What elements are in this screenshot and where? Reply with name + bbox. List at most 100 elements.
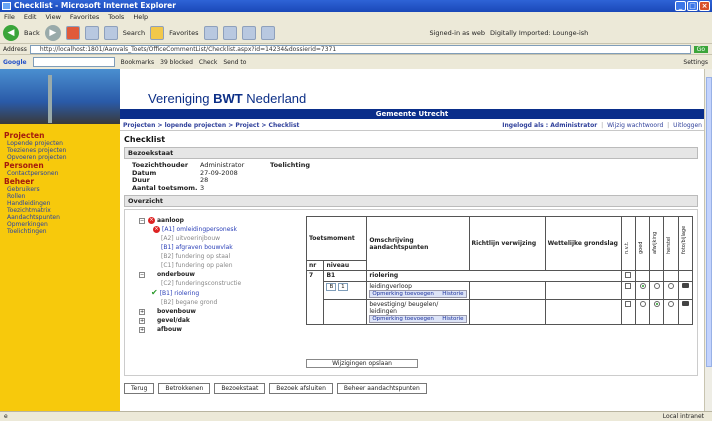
sidebar-item-opvoeren[interactable]: Opvoeren projecten bbox=[4, 154, 116, 161]
toolbar-signin-link[interactable]: Signed-in as web bbox=[430, 29, 486, 37]
tree-node-label[interactable]: [A1] omleidingpersonesk bbox=[162, 226, 237, 233]
edit-icon[interactable] bbox=[260, 25, 275, 40]
tree-node[interactable]: − × aanloop bbox=[139, 216, 304, 225]
tree-node-label[interactable]: [B2] fundering op staal bbox=[161, 253, 230, 260]
nvt-checkbox[interactable] bbox=[625, 272, 632, 278]
maximize-button[interactable]: □ bbox=[687, 1, 698, 11]
sidebar-item-opmerkingen[interactable]: Opmerkingen bbox=[4, 221, 116, 228]
manage-points-button[interactable]: Beheer aandachtspunten bbox=[336, 383, 427, 394]
close-button[interactable]: × bbox=[699, 1, 710, 11]
tree-node[interactable]: + bovenbouw bbox=[139, 307, 304, 316]
sidebar-item-toezienes[interactable]: Toezienes projecten bbox=[4, 147, 116, 154]
favorites-button-label[interactable]: Favorites bbox=[169, 29, 198, 37]
home-icon[interactable] bbox=[103, 25, 118, 40]
nvt-checkbox[interactable] bbox=[625, 301, 632, 307]
tree-node[interactable]: [B1] afgraven bouwvlak bbox=[139, 243, 304, 252]
level-select[interactable]: B bbox=[326, 283, 337, 291]
sidebar-item-rollen[interactable]: Rollen bbox=[4, 193, 116, 200]
menu-favorites[interactable]: Favorites bbox=[70, 12, 99, 22]
back-arrow-icon[interactable]: ◀ bbox=[3, 24, 19, 41]
stop-icon[interactable] bbox=[65, 25, 80, 40]
info-extra bbox=[270, 185, 370, 193]
sidebar-item-toelichtingen[interactable]: Toelichtingen bbox=[4, 228, 116, 235]
tree-node[interactable]: [C2] funderingsconstructie bbox=[139, 279, 304, 288]
vertical-scrollbar[interactable] bbox=[704, 69, 712, 411]
tree-node-label[interactable]: [B1] riolering bbox=[160, 290, 199, 297]
save-changes-button[interactable]: Wijzigingen opslaan bbox=[306, 359, 418, 368]
history-link[interactable]: Historie bbox=[442, 316, 463, 322]
tree-node-label[interactable]: [B2] begane grond bbox=[161, 299, 217, 306]
google-sendto[interactable]: Send to bbox=[223, 59, 246, 66]
herstel-radio[interactable] bbox=[668, 283, 675, 289]
menu-help[interactable]: Help bbox=[133, 12, 148, 22]
goed-radio[interactable] bbox=[639, 301, 646, 307]
tree-node[interactable]: [B2] begane grond bbox=[139, 298, 304, 307]
collapse-icon[interactable]: − bbox=[139, 217, 145, 224]
involved-button[interactable]: Betrokkenen bbox=[158, 383, 211, 394]
herstel-radio[interactable] bbox=[668, 301, 675, 307]
add-remark-bar[interactable]: Opmerking toevoegen Historie bbox=[369, 315, 467, 323]
mail-icon[interactable] bbox=[222, 25, 237, 40]
collapse-icon[interactable]: − bbox=[139, 271, 145, 278]
tree-node[interactable]: + afbouw bbox=[139, 325, 304, 334]
sidebar-item-contactpersonen[interactable]: Contactpersonen bbox=[4, 170, 116, 177]
menu-view[interactable]: View bbox=[45, 12, 60, 22]
camera-icon[interactable] bbox=[681, 301, 689, 306]
tree-node[interactable]: − onderbouw bbox=[139, 270, 304, 279]
google-spellcheck[interactable]: Check bbox=[199, 59, 217, 66]
history-icon[interactable] bbox=[203, 25, 218, 40]
minimize-button[interactable]: _ bbox=[675, 1, 686, 11]
print-icon[interactable] bbox=[241, 25, 256, 40]
go-button[interactable]: Go bbox=[693, 45, 708, 53]
sidebar-item-toezichtmatrix[interactable]: Toezichtmatrix bbox=[4, 207, 116, 214]
history-link[interactable]: Historie bbox=[442, 291, 463, 297]
nvt-checkbox[interactable] bbox=[625, 283, 632, 289]
number-select[interactable]: 1 bbox=[338, 283, 348, 291]
google-settings[interactable]: Settings bbox=[683, 59, 708, 66]
toolbar-radio-link[interactable]: Digitally Imported: Lounge-ish bbox=[490, 29, 588, 37]
tree-node[interactable]: [A2] uitvoerinjbouw bbox=[139, 234, 304, 243]
tree-node[interactable]: ✔ [B1] riolering bbox=[139, 288, 304, 298]
camera-icon[interactable] bbox=[681, 283, 689, 288]
change-password-link[interactable]: Wijzig wachtwoord bbox=[607, 122, 663, 129]
tree-node[interactable]: + gevel/dak bbox=[139, 316, 304, 325]
google-search-input[interactable] bbox=[32, 57, 115, 67]
scrollbar-thumb[interactable] bbox=[706, 77, 712, 367]
afwijking-radio[interactable] bbox=[653, 301, 660, 307]
tree-node-label[interactable]: [A2] uitvoerinjbouw bbox=[161, 235, 220, 242]
refresh-icon[interactable] bbox=[84, 25, 99, 40]
address-input[interactable]: http://localhost:1801/Aanvals_Toets/Offi… bbox=[29, 44, 691, 54]
menu-file[interactable]: File bbox=[4, 12, 15, 22]
add-remark-link[interactable]: Opmerking toevoegen bbox=[372, 316, 434, 322]
menu-tools[interactable]: Tools bbox=[108, 12, 124, 22]
expand-icon[interactable]: + bbox=[139, 326, 145, 333]
tree-node[interactable]: × [A1] omleidingpersonesk bbox=[139, 225, 304, 234]
sidebar-item-lopende[interactable]: Lopende projecten bbox=[4, 140, 116, 147]
logout-link[interactable]: Uitloggen bbox=[673, 122, 702, 129]
search-button-label[interactable]: Search bbox=[123, 29, 145, 37]
favorites-star-icon[interactable] bbox=[150, 25, 165, 40]
forward-arrow-icon[interactable]: ▶ bbox=[44, 24, 61, 41]
breadcrumb[interactable]: Projecten > lopende projecten > Project … bbox=[120, 122, 299, 129]
google-bookmarks[interactable]: Bookmarks bbox=[121, 59, 155, 66]
tree-node-label[interactable]: [B1] afgraven bouwvlak bbox=[161, 244, 233, 251]
visit-status-button[interactable]: Bezoekstaat bbox=[214, 383, 266, 394]
sidebar-item-handleidingen[interactable]: Handleidingen bbox=[4, 200, 116, 207]
tree-node[interactable]: [B2] fundering op staal bbox=[139, 252, 304, 261]
back-button[interactable]: Terug bbox=[124, 383, 155, 394]
tree-node-label[interactable]: [C2] funderingsconstructie bbox=[161, 280, 241, 287]
sidebar-item-aandachtspunten[interactable]: Aandachtspunten bbox=[4, 214, 116, 221]
sidebar-item-gebruikers[interactable]: Gebruikers bbox=[4, 186, 116, 193]
menu-edit[interactable]: Edit bbox=[24, 12, 37, 22]
tree-node[interactable]: [C1] fundering op palen bbox=[139, 261, 304, 270]
goed-radio[interactable] bbox=[639, 283, 646, 289]
google-popups-blocked[interactable]: 39 blocked bbox=[160, 59, 193, 66]
add-remark-bar[interactable]: Opmerking toevoegen Historie bbox=[369, 290, 467, 298]
expand-icon[interactable]: + bbox=[139, 317, 145, 324]
back-button-label[interactable]: Back bbox=[24, 29, 40, 37]
tree-node-label[interactable]: [C1] fundering op palen bbox=[161, 262, 233, 269]
close-visit-button[interactable]: Bezoek afsluiten bbox=[269, 383, 333, 394]
expand-icon[interactable]: + bbox=[139, 308, 145, 315]
afwijking-radio[interactable] bbox=[653, 283, 660, 289]
add-remark-link[interactable]: Opmerking toevoegen bbox=[372, 291, 434, 297]
